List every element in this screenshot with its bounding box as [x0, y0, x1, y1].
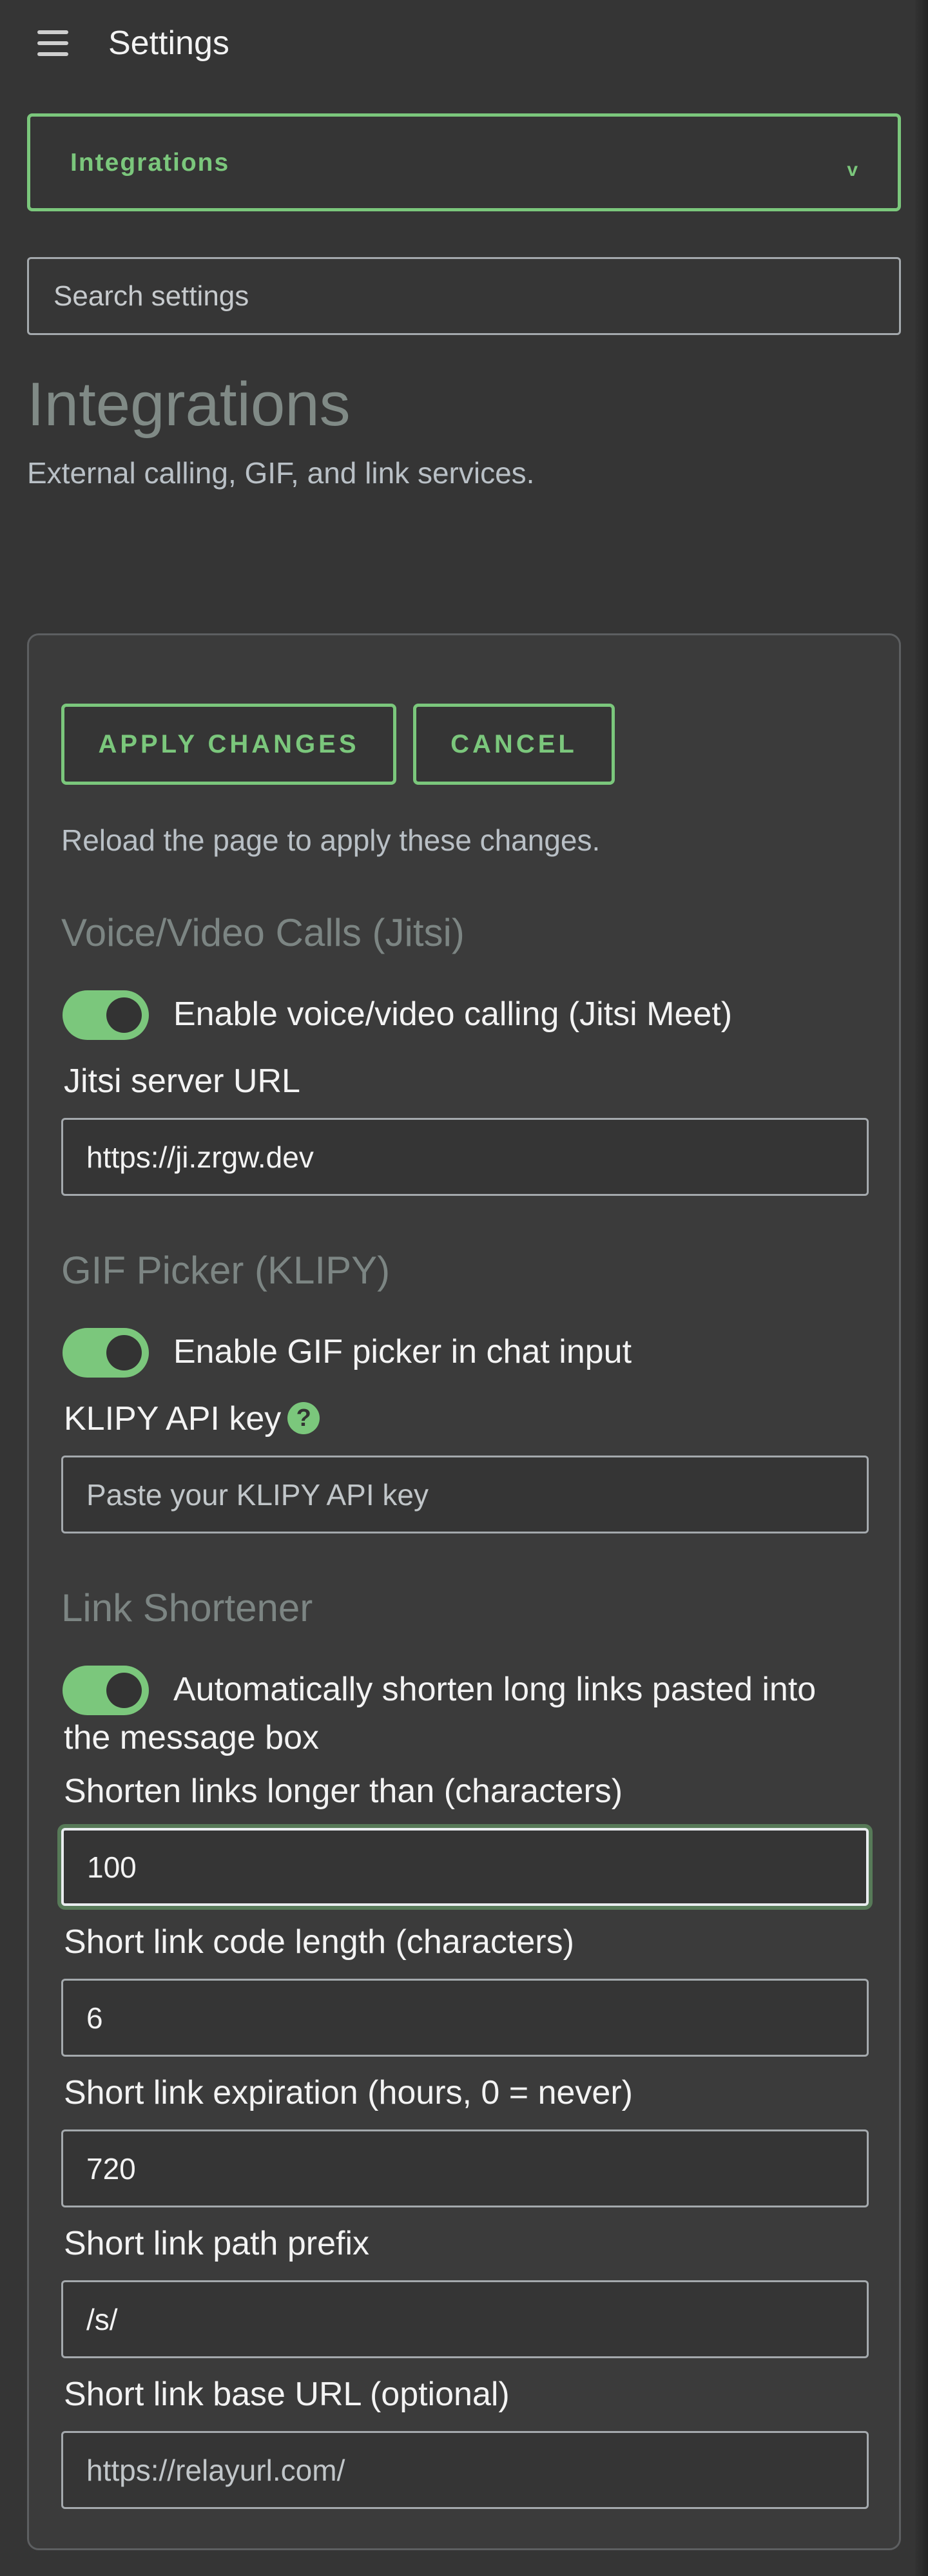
apply-changes-button[interactable]: APPLY CHANGES: [61, 704, 396, 785]
scroll-edge-shadow: [914, 0, 928, 2576]
settings-panel: APPLY CHANGES CANCEL Reload the page to …: [27, 633, 901, 2550]
shorten-threshold-input[interactable]: [61, 1828, 869, 1906]
search-input[interactable]: [27, 257, 901, 335]
base-url-label: Short link base URL (optional): [64, 2376, 510, 2413]
category-select[interactable]: Integrations v: [27, 113, 901, 211]
link-shortener-group-title: Link Shortener: [61, 1586, 313, 1629]
gif-toggle-label: Enable GIF picker in chat input: [173, 1333, 632, 1370]
gif-toggle[interactable]: [63, 1328, 149, 1378]
base-url-input[interactable]: [61, 2431, 869, 2509]
toggle-knob: [106, 997, 142, 1033]
expiration-input[interactable]: [61, 2129, 869, 2207]
code-length-input[interactable]: [61, 1979, 869, 2057]
link-shortener-toggle-label: Automatically shorten long links pasted …: [64, 1671, 817, 1756]
cancel-button[interactable]: CANCEL: [413, 704, 615, 785]
klipy-api-key-label: KLIPY API key?: [64, 1398, 320, 1439]
jitsi-toggle[interactable]: [63, 990, 149, 1040]
toggle-knob: [106, 1335, 142, 1370]
chevron-down-icon: v: [847, 159, 858, 180]
expiration-label: Short link expiration (hours, 0 = never): [64, 2074, 633, 2111]
gif-group-title: GIF Picker (KLIPY): [61, 1249, 391, 1292]
top-bar: Settings: [0, 0, 928, 87]
klipy-api-key-label-text: KLIPY API key: [64, 1400, 282, 1437]
page-title: Settings: [108, 24, 229, 62]
jitsi-url-label: Jitsi server URL: [64, 1062, 300, 1100]
category-select-value: Integrations: [70, 149, 230, 177]
reload-note: Reload the page to apply these changes.: [61, 823, 601, 857]
code-length-label: Short link code length (characters): [64, 1923, 574, 1961]
path-prefix-input[interactable]: [61, 2280, 869, 2358]
jitsi-toggle-label: Enable voice/video calling (Jitsi Meet): [173, 995, 733, 1033]
hamburger-menu-icon[interactable]: [37, 30, 68, 56]
jitsi-group-title: Voice/Video Calls (Jitsi): [61, 911, 465, 954]
klipy-api-key-input[interactable]: [61, 1456, 869, 1533]
path-prefix-label: Short link path prefix: [64, 2225, 370, 2262]
jitsi-url-input[interactable]: [61, 1118, 869, 1196]
shorten-threshold-label: Shorten links longer than (characters): [64, 1773, 623, 1810]
help-icon[interactable]: ?: [287, 1402, 320, 1435]
section-description: External calling, GIF, and link services…: [27, 456, 535, 490]
section-heading: Integrations: [27, 370, 351, 439]
